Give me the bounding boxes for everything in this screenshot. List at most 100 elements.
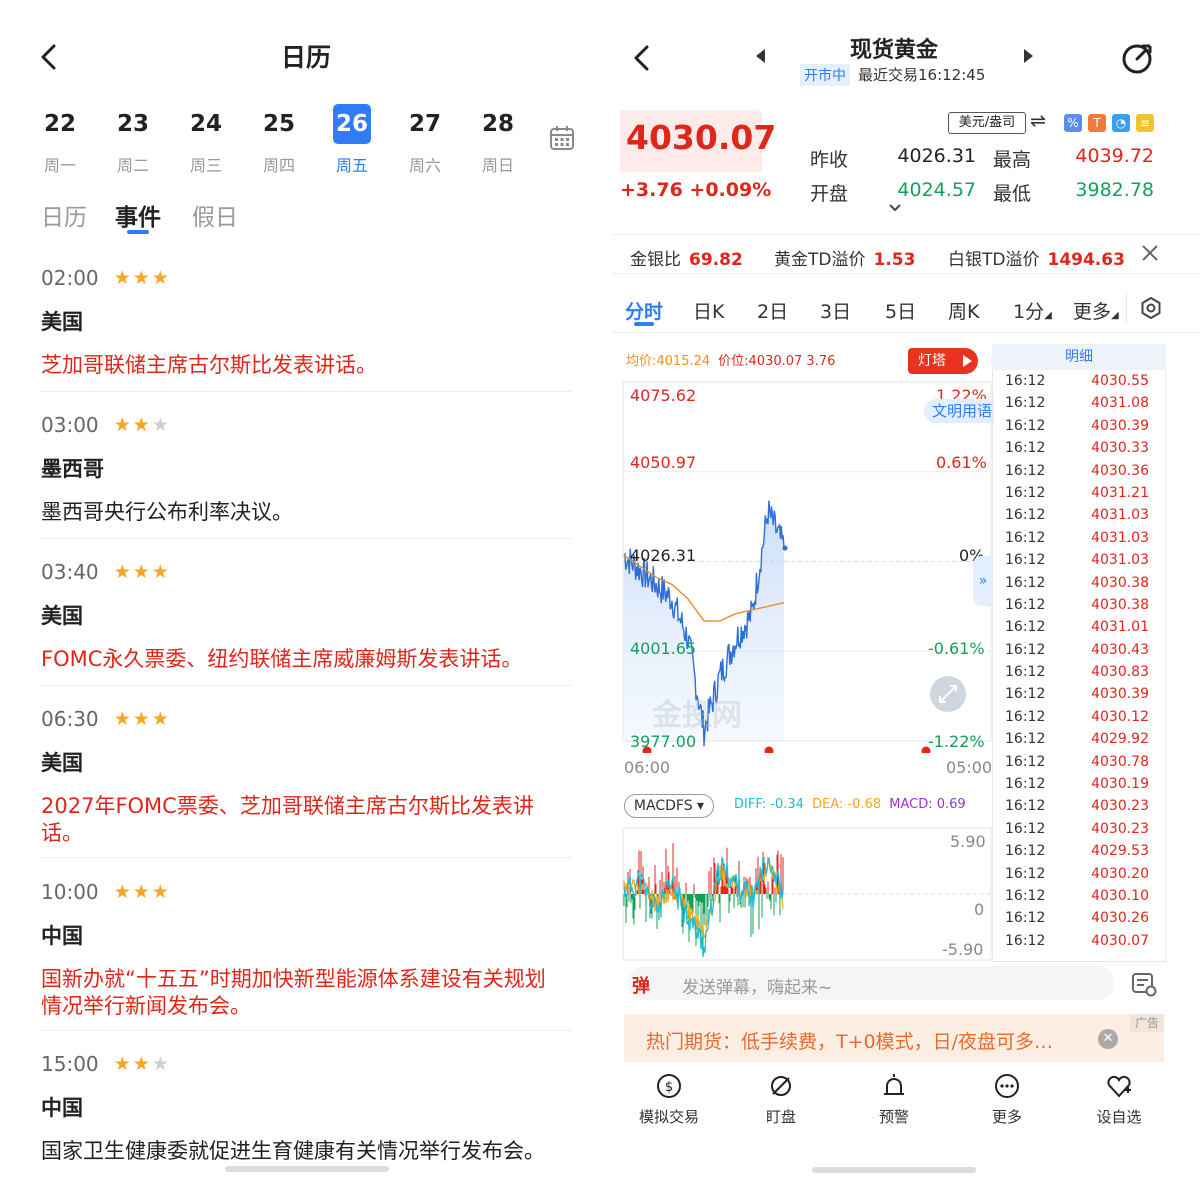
day-27[interactable]: 27 周六 [399,104,451,176]
day-25[interactable]: 25 周四 [253,104,305,176]
ad-tag: 广告 [1130,1014,1164,1032]
detail-price: 4031.08 [1091,395,1149,412]
nav-alert[interactable]: 预警 [849,1072,939,1127]
close-icon[interactable]: ✕ [1098,1029,1118,1049]
gauge-icon[interactable] [1120,41,1154,75]
event-desc: 国家卫生健康委就促进生育健康有关情况举行发布会。 [41,1139,545,1163]
event-country: 美国 [41,604,83,628]
day-weekday: 周二 [116,156,149,175]
civil-notice[interactable]: 文明用语 [924,399,994,423]
day-24[interactable]: 24 周三 [180,104,232,176]
indicator-selector[interactable]: MACDFS ▾ [624,794,714,818]
tab-weekly-k[interactable]: 周K [948,297,979,324]
event-country: 墨西哥 [41,457,104,481]
detail-row: 16:12 4030.38 [993,572,1165,594]
nav-watch[interactable]: 盯盘 [736,1072,826,1127]
detail-time: 16:12 [1005,798,1046,815]
page-title: 日历 [280,43,331,72]
gear-icon[interactable] [1140,296,1162,320]
danmu-settings-icon[interactable] [1130,970,1158,998]
tab-1min[interactable]: 1分◢ [1013,297,1052,324]
detail-row: 16:12 4031.03 [993,504,1165,526]
detail-row: 16:12 4030.10 [993,885,1165,907]
tab-calendar[interactable]: 日历 [41,198,87,232]
calendar-icon[interactable] [548,124,576,152]
detail-row: 16:12 4030.83 [993,661,1165,683]
tab-label: 1分 [1013,301,1045,323]
tab-2day[interactable]: 2日 [757,297,788,324]
event-item[interactable]: 15:00 ★★★ 中国 国家卫生健康委就促进生育健康有关情况举行发布会。 [41,1052,571,1165]
back-button[interactable] [628,42,656,74]
expand-panel-button[interactable]: » [973,556,993,606]
unit-selector[interactable]: 美元/盎司 [948,112,1026,134]
percent-icon[interactable]: % [1064,114,1082,132]
event-country: 中国 [41,1096,83,1120]
danmu-icon[interactable]: 弹 [632,972,650,998]
event-item[interactable]: 03:40 ★★★ 美国 FOMC永久票委、纽约联储主席威廉姆斯发表讲话。 [41,560,571,673]
detail-row: 16:12 4031.21 [993,482,1165,504]
prev-instrument-arrow[interactable] [756,49,765,63]
tab-holidays[interactable]: 假日 [192,198,238,232]
fullscreen-icon[interactable] [930,676,966,712]
detail-price: 4030.55 [1091,373,1149,389]
detail-header[interactable]: 明细 [992,344,1166,370]
event-item[interactable]: 03:00 ★★★ 墨西哥 墨西哥央行公布利率决议。 [41,413,571,526]
importance-stars: ★★★ [113,414,171,436]
tab-daily-k[interactable]: 日K [693,297,724,324]
close-icon[interactable] [1140,243,1160,263]
tab-5day[interactable]: 5日 [885,297,916,324]
divider [41,391,571,392]
tab-intraday[interactable]: 分时 [625,297,663,324]
ad-text[interactable]: 热门期货：低手续费，T+0模式，日/夜盘可多… [646,1027,1053,1054]
next-instrument-arrow[interactable] [1024,49,1033,63]
event-item[interactable]: 10:00 ★★★ 中国 国新办就“十五五”时期加快新型能源体系建设有关规划 情况… [41,880,571,1020]
macd-values: DIFF: -0.34 DEA: -0.68 MACD: 0.69 [734,797,966,812]
detail-price: 4031.01 [1091,619,1149,636]
day-22[interactable]: 22 周一 [34,104,86,176]
macd-chart[interactable] [622,827,992,961]
ratio-label: 金银比 [630,250,681,270]
danmu-input[interactable]: 发送弹幕，嗨起来~ [682,973,832,998]
divider [41,538,571,539]
detail-time: 16:12 [1005,932,1046,949]
low-label: 最低 [993,183,1032,205]
day-number: 27 [408,111,441,137]
event-item[interactable]: 02:00 ★★★ 美国 芝加哥联储主席古尔斯比发表讲话。 [41,266,571,379]
day-23[interactable]: 23 周二 [107,104,159,176]
day-28[interactable]: 28 周日 [472,104,524,176]
event-item[interactable]: 06:30 ★★★ 美国 2027年FOMC票委、芝加哥联储主席古尔斯比发表讲话… [41,707,571,847]
last-trade-time: 最近交易16:12:45 [858,66,986,84]
tab-more[interactable]: 更多◢ [1073,297,1119,324]
detail-time: 16:12 [1005,843,1046,860]
detail-row: 16:12 4031.08 [993,392,1165,414]
day-number: 23 [116,111,149,137]
detail-row: 16:12 4031.03 [993,549,1165,571]
chevron-left-icon [634,45,649,71]
swap-icon[interactable]: ⇌ [1030,110,1046,132]
lighthouse-label: 灯塔 [918,353,946,369]
detail-price: 4031.03 [1091,529,1149,546]
detail-price: 4030.20 [1091,865,1149,882]
detail-row: 16:12 4031.01 [993,616,1165,638]
detail-price: 4030.36 [1091,462,1149,479]
detail-price: 4030.39 [1091,686,1149,703]
nav-sim-trade[interactable]: $ 模拟交易 [624,1072,714,1127]
detail-price: 4030.83 [1091,664,1149,681]
detail-price: 4030.43 [1091,641,1149,658]
tool-icon[interactable]: T [1088,114,1106,132]
eye-slash-icon [771,1076,791,1096]
nav-label: 盯盘 [765,1108,796,1126]
tab-3day[interactable]: 3日 [820,297,851,324]
nav-add-favorite[interactable]: 设自选 [1074,1072,1164,1127]
note-icon[interactable]: ≡ [1136,114,1154,132]
tab-events[interactable]: 事件 [115,198,161,232]
trade-detail-list[interactable]: 16:12 4030.55 16:12 4031.08 16:12 4030.39 16:1… [992,370,1166,962]
detail-time: 16:12 [1005,820,1046,837]
day-number: 24 [189,111,222,137]
expand-chevron-icon[interactable] [888,203,902,213]
pie-icon[interactable]: ◔ [1112,114,1130,132]
day-26-selected[interactable]: 26 周五 [326,104,378,176]
lighthouse-button[interactable]: 灯塔 [908,348,978,374]
detail-price: 4030.19 [1091,776,1149,793]
nav-more[interactable]: 更多 [962,1072,1052,1127]
